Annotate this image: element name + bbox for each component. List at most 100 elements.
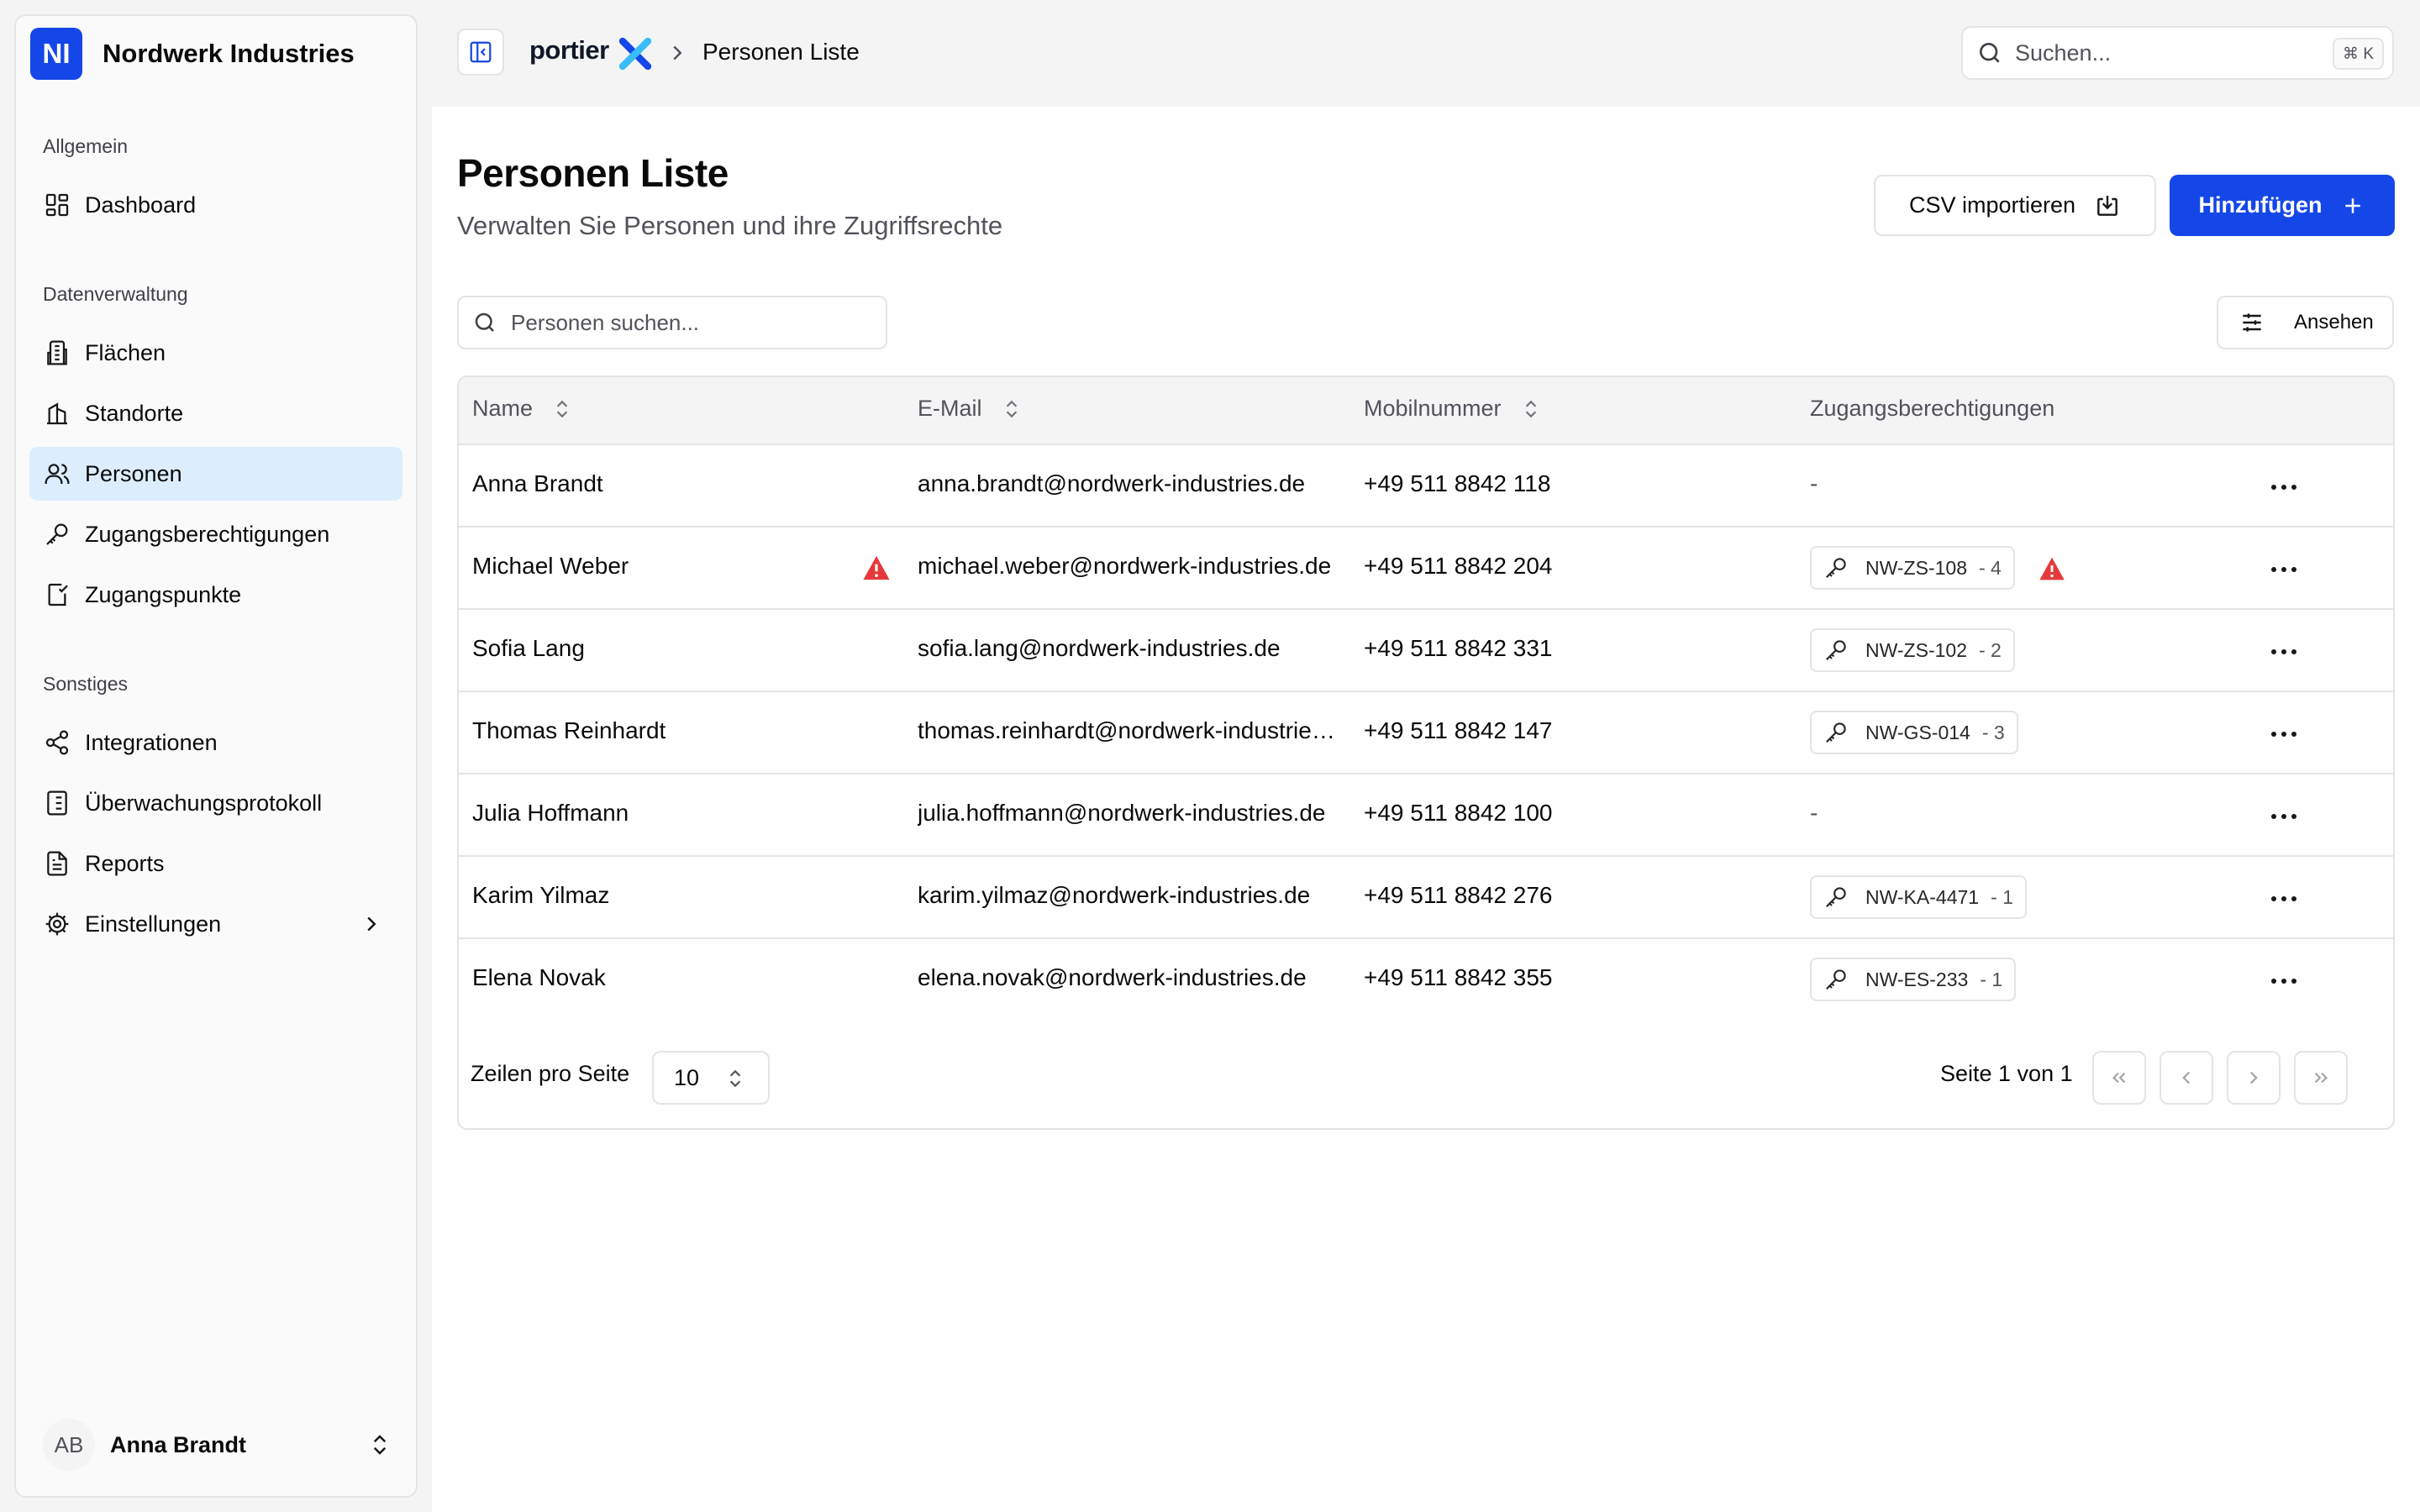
more-horizontal-icon xyxy=(2271,814,2296,819)
search-icon xyxy=(1980,43,2000,63)
log-icon xyxy=(43,789,71,817)
access-badge[interactable]: NW-ES-233 - 1 xyxy=(1810,958,2017,1001)
column-label: Mobilnummer xyxy=(1364,396,1502,421)
column-label: E-Mail xyxy=(918,396,982,421)
column-header-email[interactable]: E-Mail xyxy=(918,396,1023,422)
cell-phone: +49 511 8842 355 xyxy=(1364,964,1553,990)
sidebar-item-label: Dashboard xyxy=(85,192,197,218)
cell-phone: +49 511 8842 100 xyxy=(1364,800,1553,826)
key-icon xyxy=(43,520,71,549)
table-row[interactable]: Elena Novak elena.novak@nordwerk-industr… xyxy=(459,939,2393,1021)
key-icon xyxy=(1825,640,1846,661)
access-badge[interactable]: NW-ZS-102 - 2 xyxy=(1810,628,2015,672)
more-horizontal-icon xyxy=(2271,567,2296,572)
sidebar-item-reports[interactable]: Reports xyxy=(29,837,402,890)
table-row[interactable]: Anna Brandt anna.brandt@nordwerk-industr… xyxy=(459,445,2393,528)
sidebar-toggle-button[interactable] xyxy=(457,29,504,76)
view-options-button[interactable]: Ansehen xyxy=(2217,296,2394,349)
warning-icon xyxy=(863,555,890,580)
row-actions-button[interactable] xyxy=(2265,717,2302,751)
persons-table: Name E-Mail Mobilnummer Zugangsberechtig… xyxy=(457,375,2395,1130)
table-row[interactable]: Julia Hoffmann julia.hoffmann@nordwerk-i… xyxy=(459,774,2393,857)
cell-email: thomas.reinhardt@nordwerk-industries.de xyxy=(918,717,1346,743)
row-actions-button[interactable] xyxy=(2265,800,2302,833)
sidebar-item-label: Reports xyxy=(85,850,165,876)
csv-import-button[interactable]: CSV importieren xyxy=(1874,175,2156,236)
row-actions-button[interactable] xyxy=(2265,635,2302,669)
building-icon xyxy=(43,339,71,367)
access-count: - 3 xyxy=(1981,721,2005,743)
column-header-name[interactable]: Name xyxy=(472,396,573,422)
sidebar-item-standorte[interactable]: Standorte xyxy=(29,386,402,440)
rows-per-page-value: 10 xyxy=(674,1064,700,1090)
sidebar-item-ueberwachungsprotokoll[interactable]: Überwachungsprotokoll xyxy=(29,776,402,830)
dashboard-icon xyxy=(43,191,71,219)
sidebar-item-zugangsberechtigungen[interactable]: Zugangsberechtigungen xyxy=(29,507,402,561)
access-badge[interactable]: NW-ZS-108 - 4 xyxy=(1810,546,2015,590)
more-horizontal-icon xyxy=(2271,732,2296,737)
first-page-button[interactable] xyxy=(2092,1051,2146,1105)
sort-icon xyxy=(1525,400,1536,417)
sidebar-item-label: Standorte xyxy=(85,400,184,426)
page-title: Personen Liste xyxy=(457,151,729,195)
rows-per-page-select[interactable]: 10 xyxy=(652,1051,770,1105)
search-icon xyxy=(475,312,494,332)
cell-name: Michael Weber xyxy=(472,553,629,579)
access-count: - 1 xyxy=(1991,885,2013,908)
access-code: NW-ZS-108 xyxy=(1865,556,1967,579)
sidebar-item-label: Personen xyxy=(85,460,182,486)
row-actions-button[interactable] xyxy=(2265,964,2302,998)
row-actions-button[interactable] xyxy=(2265,470,2302,504)
cell-email: julia.hoffmann@nordwerk-industries.de xyxy=(918,800,1326,826)
key-icon xyxy=(1825,722,1846,743)
column-header-mobile[interactable]: Mobilnummer xyxy=(1364,396,1542,422)
sidebar-item-dashboard[interactable]: Dashboard xyxy=(29,178,402,232)
cell-phone: +49 511 8842 331 xyxy=(1364,635,1553,661)
cell-email: anna.brandt@nordwerk-industries.de xyxy=(918,470,1306,496)
row-actions-button[interactable] xyxy=(2265,553,2302,586)
access-badge[interactable]: NW-GS-014 - 3 xyxy=(1810,711,2018,754)
last-page-button[interactable] xyxy=(2294,1051,2348,1105)
cell-phone: +49 511 8842 276 xyxy=(1364,882,1553,908)
global-search-input[interactable]: Suchen... ⌘ K xyxy=(1961,26,2394,80)
search-shortcut: ⌘ K xyxy=(2333,38,2384,70)
user-menu[interactable]: AB Anna Brandt xyxy=(43,1417,404,1473)
cell-email: elena.novak@nordwerk-industries.de xyxy=(918,964,1307,990)
warning-icon xyxy=(2039,557,2065,580)
brand-logo: NI xyxy=(30,28,82,80)
table-row[interactable]: Karim Yilmaz karim.yilmaz@nordwerk-indus… xyxy=(459,857,2393,939)
next-page-button[interactable] xyxy=(2227,1051,2281,1105)
sidebar-item-integrationen[interactable]: Integrationen xyxy=(29,716,402,769)
panel-left-icon xyxy=(470,41,492,63)
chevron-right-icon xyxy=(367,916,376,932)
sidebar-item-label: Integrationen xyxy=(85,729,218,755)
sidebar-item-zugangspunkte[interactable]: Zugangspunkte xyxy=(29,568,402,622)
previous-page-button[interactable] xyxy=(2160,1051,2213,1105)
group-label-datenverwaltung: Datenverwaltung xyxy=(43,283,188,305)
table-row[interactable]: Sofia Lang sofia.lang@nordwerk-industrie… xyxy=(459,610,2393,692)
table-row[interactable]: Michael Weber michael.weber@nordwerk-ind… xyxy=(459,528,2393,610)
chevrons-right-icon xyxy=(2314,1072,2328,1084)
share-icon xyxy=(43,728,71,757)
access-badge[interactable]: NW-KA-4471 - 1 xyxy=(1810,875,2027,919)
sidebar-item-label: Einstellungen xyxy=(85,911,222,937)
main-content: Personen Liste Verwalten Sie Personen un… xyxy=(432,107,2420,1512)
table-row[interactable]: Thomas Reinhardt thomas.reinhardt@nordwe… xyxy=(459,692,2393,774)
portier-logo-text[interactable]: portier xyxy=(529,35,609,66)
access-code: NW-KA-4471 xyxy=(1865,885,1980,908)
chevrons-up-down-icon xyxy=(729,1069,741,1088)
cell-email: sofia.lang@nordwerk-industries.de xyxy=(918,635,1281,661)
more-horizontal-icon xyxy=(2271,896,2296,901)
portier-logo-icon xyxy=(618,37,652,71)
row-actions-button[interactable] xyxy=(2265,882,2302,916)
sidebar-item-flaechen[interactable]: Flächen xyxy=(29,326,402,380)
group-label-sonstiges: Sonstiges xyxy=(43,673,129,695)
access-code: NW-ZS-102 xyxy=(1865,638,1967,661)
add-person-button[interactable]: Hinzufügen xyxy=(2170,175,2395,236)
person-search-input[interactable]: Personen suchen... xyxy=(457,296,887,349)
add-label: Hinzufügen xyxy=(2198,192,2323,218)
users-icon xyxy=(43,459,71,488)
sidebar-item-einstellungen[interactable]: Einstellungen xyxy=(29,897,402,951)
sidebar-item-personen[interactable]: Personen xyxy=(29,447,402,501)
brand[interactable]: NI Nordwerk Industries xyxy=(30,28,355,80)
